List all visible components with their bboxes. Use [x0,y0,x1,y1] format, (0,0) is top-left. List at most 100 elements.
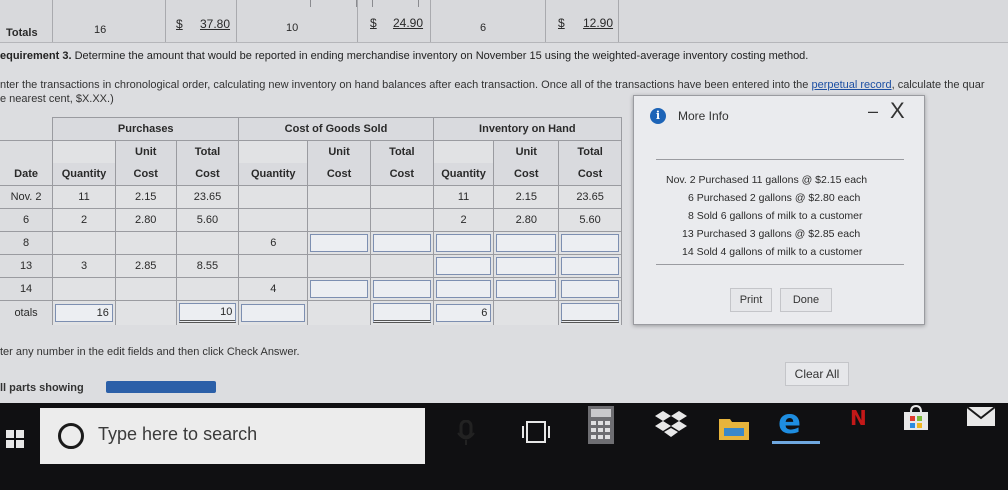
c-qty-total-input[interactable] [241,304,306,322]
close-button[interactable]: X [890,98,905,124]
i-qty-cell: 2 [432,208,495,232]
p-total-header: Total [175,140,240,163]
c-total-total-input[interactable] [372,303,431,323]
i-total-input[interactable] [561,257,619,275]
p-qty-cell: 11 [52,185,116,209]
p-qty-total-input[interactable]: 16 [55,304,113,322]
i-unit-cell: 2.80 [493,208,560,232]
list-item: 14 Sold 4 gallons of milk to a customer [682,246,863,258]
svg-text:N: N [850,406,866,428]
table-row: Nov. 2 11 2.15 23.65 11 2.15 23.65 [0,185,622,209]
i-total-total-cell [558,300,622,325]
mail-icon[interactable] [966,404,996,428]
blank [114,300,177,325]
grid-line [545,0,546,42]
blank [238,140,309,163]
p-qty-cell: 2 [52,208,116,232]
i-unit-input[interactable] [496,234,557,252]
i-unit-input[interactable] [496,257,557,275]
i-total-input[interactable] [561,234,619,252]
i-qty-input[interactable] [435,257,492,275]
c-total-input-cell [369,231,434,255]
purchases-total-currency: $ [176,17,183,31]
p-cost-header: Cost [114,163,177,186]
calculator-icon[interactable] [587,405,615,445]
dialog-title: More Info [678,109,729,123]
microphone-icon[interactable] [456,420,476,446]
c-qty-cell [238,254,309,278]
p-total-total-input[interactable]: 10 [178,303,237,323]
tick [372,0,373,7]
parts-showing-label: ll parts showing [0,382,84,394]
p-unit-cell: 2.15 [114,185,177,209]
done-button[interactable]: Done [780,288,832,312]
blank [0,140,54,163]
column-header-row: Date Quantity Cost Cost Quantity Cost Co… [0,163,622,186]
i-qty-total-input[interactable]: 6 [435,304,492,322]
task-view-icon[interactable] [521,418,551,446]
dropbox-icon[interactable] [654,409,688,439]
i-unit-input-cell [493,231,560,255]
grid-line [618,0,619,42]
netflix-icon[interactable]: N [850,406,866,428]
c-total-input[interactable] [372,280,431,298]
i-unit-input-cell [493,254,560,278]
minimize-button[interactable]: – [868,101,878,122]
p-total-cell [175,277,240,301]
edge-icon[interactable]: e [775,403,809,439]
c-unit-input[interactable] [310,280,368,298]
i-total-cell: 5.60 [558,208,622,232]
i-qty-input[interactable] [435,280,492,298]
print-button[interactable]: Print [730,288,772,312]
perpetual-record-link[interactable]: perpetual record [811,79,891,91]
cogs-total-amount: 24.90 [393,16,424,30]
c-unit-input[interactable] [310,234,368,252]
group-header-row: Purchases Cost of Goods Sold Inventory o… [0,117,623,141]
requirement-body: Determine the amount that would be repor… [74,50,809,62]
search-placeholder[interactable]: Type here to search [98,424,257,445]
p-unit-cell [114,231,177,255]
list-item: 8 Sold 6 gallons of milk to a customer [688,210,863,222]
tick [310,0,311,7]
i-total-total-input[interactable] [561,303,619,323]
windows-logo-icon[interactable] [6,430,24,448]
p-total-cell: 8.55 [175,254,240,278]
p-unit-cell [114,277,177,301]
p-unit-header: Unit [114,140,177,163]
clear-all-button[interactable]: Clear All [785,362,849,386]
grid-line [236,0,237,42]
c-total-input-cell [369,277,434,301]
table-row: 13 3 2.85 8.55 [0,254,622,278]
grid-line [430,0,431,42]
c-qty-cell [238,185,309,209]
file-explorer-icon[interactable] [718,415,750,441]
i-total-input[interactable] [561,280,619,298]
i-qty-input[interactable] [435,234,492,252]
blank [432,140,495,163]
i-total-input-cell [558,277,622,301]
info-icon: i [650,108,666,124]
store-icon[interactable] [902,404,930,432]
totals-label: Totals [6,27,38,39]
c-cost-header: Cost [307,163,371,186]
requirement-label: equirement 3. [0,50,72,62]
table-row: 8 6 [0,231,622,255]
i-qty-input-cell [432,254,495,278]
instructions-line-1: nter the transactions in chronological o… [0,79,985,91]
purchases-total-amount: 37.80 [200,17,231,31]
c-total-input[interactable] [372,234,431,252]
i-unit-input[interactable] [496,280,557,298]
instructions-text: nter the transactions in chronological o… [0,79,809,91]
transaction-list: Nov. 2 Purchased 11 gallons @ $2.15 each… [656,159,904,265]
cogs-qty-total: 10 [286,22,299,34]
i-qty-input-cell [432,277,495,301]
grid-line [357,0,358,42]
date-header: Date [0,163,54,186]
grid-line [165,0,166,42]
p-qty-cell: 3 [52,254,116,278]
c-total-total-cell [369,300,434,325]
inventory-total-currency: $ [558,16,565,30]
i-unit-cell: 2.15 [493,185,560,209]
p-cost-header-2: Cost [175,163,240,186]
i-total-input-cell [558,254,622,278]
